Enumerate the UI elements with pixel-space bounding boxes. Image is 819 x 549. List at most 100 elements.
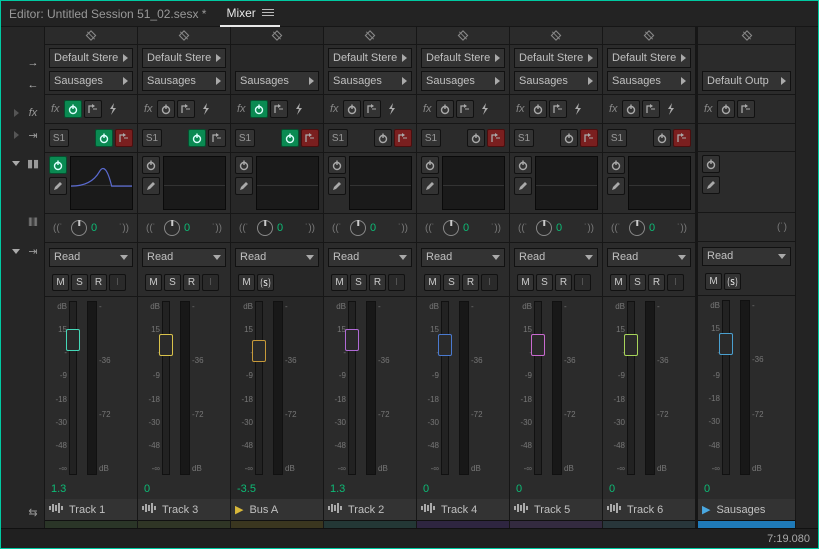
input-route[interactable]: Sausages (421, 71, 505, 91)
output-route[interactable]: Default Stere (607, 48, 691, 68)
insert-point-icon[interactable] (603, 27, 695, 45)
mute-button[interactable]: M (424, 274, 441, 291)
track-section-icon[interactable]: ⇆ (25, 502, 41, 522)
automation-mode-select[interactable]: Read (49, 248, 133, 267)
eq-edit-button[interactable] (235, 177, 253, 195)
fx-prepost-button[interactable] (177, 100, 195, 118)
pan-value[interactable]: 0 (463, 222, 469, 234)
output-route[interactable]: Default Stere (49, 48, 133, 68)
record-button[interactable]: R (555, 274, 572, 291)
send-power-button[interactable] (95, 129, 113, 147)
pan-value[interactable]: 0 (649, 222, 655, 234)
eq-graph[interactable] (70, 156, 133, 210)
send-prepost-button[interactable] (673, 129, 691, 147)
eq-power-button[interactable] (607, 156, 625, 174)
output-route[interactable]: Default Stere (421, 48, 505, 68)
track-name-bar[interactable]: Track 4 (417, 499, 509, 521)
track-name-bar[interactable]: Track 2 (324, 499, 416, 521)
auto-expand-icon[interactable] (10, 241, 22, 261)
record-button[interactable]: R (183, 274, 200, 291)
track-color-strip[interactable] (324, 521, 416, 528)
automation-mode-select[interactable]: Read (142, 248, 226, 267)
eq-graph[interactable] (442, 156, 505, 210)
insert-point-icon[interactable] (510, 27, 602, 45)
track-color-strip[interactable] (138, 521, 230, 528)
pan-knob[interactable] (629, 220, 645, 236)
fader-thumb[interactable] (159, 334, 173, 356)
insert-point-icon[interactable] (417, 27, 509, 45)
eq-graph[interactable] (628, 156, 691, 210)
volume-fader[interactable] (441, 301, 449, 475)
eq-power-button[interactable] (702, 155, 720, 173)
input-monitor-button[interactable]: I (202, 274, 219, 291)
input-route[interactable]: Sausages (607, 71, 691, 91)
send-prepost-button[interactable] (208, 129, 226, 147)
send-slot-label[interactable]: S1 (607, 129, 627, 147)
pan-knob[interactable] (164, 220, 180, 236)
eq-power-button[interactable] (328, 156, 346, 174)
solo-safe-button[interactable]: ⒮ (257, 274, 274, 291)
fx-power-button[interactable] (436, 100, 454, 118)
track-name-bar[interactable]: Track 6 (603, 499, 695, 521)
output-arrow-icon[interactable]: → (25, 53, 41, 73)
eq-edit-button[interactable] (142, 177, 160, 195)
track-name-bar[interactable]: Track 3 (138, 499, 230, 521)
send-prepost-button[interactable] (301, 129, 319, 147)
mute-button[interactable]: M (145, 274, 162, 291)
gain-value[interactable]: 1.3 (45, 479, 137, 499)
input-arrow-icon[interactable]: ← (25, 75, 41, 95)
track-color-strip[interactable] (698, 521, 795, 528)
fx-bolt-icon[interactable] (383, 100, 401, 118)
insert-point-icon[interactable] (138, 27, 230, 45)
automation-mode-select[interactable]: Read (607, 248, 691, 267)
volume-fader[interactable] (162, 301, 170, 475)
gain-value[interactable]: 0 (510, 479, 602, 499)
volume-fader[interactable] (348, 301, 356, 475)
fader-thumb[interactable] (719, 333, 733, 355)
input-route[interactable]: Sausages (142, 71, 226, 91)
automation-mode-select[interactable]: Read (235, 248, 319, 267)
sends-expand-icon[interactable] (10, 125, 22, 145)
automation-mode-select[interactable]: Read (514, 248, 598, 267)
pan-knob[interactable] (257, 220, 273, 236)
fx-power-button[interactable] (250, 100, 268, 118)
automation-mode-select[interactable]: Read (421, 248, 505, 267)
eq-graph[interactable] (535, 156, 598, 210)
send-slot-label[interactable]: S1 (421, 129, 441, 147)
eq-edit-button[interactable] (702, 176, 720, 194)
record-button[interactable]: R (648, 274, 665, 291)
fx-prepost-button[interactable] (363, 100, 381, 118)
solo-safe-button[interactable]: ⒮ (724, 273, 741, 290)
mute-button[interactable]: M (610, 274, 627, 291)
send-power-button[interactable] (467, 129, 485, 147)
eq-graph[interactable] (163, 156, 226, 210)
eq-power-button[interactable] (421, 156, 439, 174)
mute-button[interactable]: M (517, 274, 534, 291)
mute-button[interactable]: M (705, 273, 722, 290)
track-name-bar[interactable]: ▶Bus A (231, 499, 323, 521)
fx-power-button[interactable] (343, 100, 361, 118)
auto-section-icon[interactable]: ⇥ (25, 241, 41, 261)
eq-graph[interactable] (349, 156, 412, 210)
eq-edit-button[interactable] (328, 177, 346, 195)
pan-value[interactable]: 0 (91, 222, 97, 234)
fx-bolt-icon[interactable] (662, 100, 680, 118)
input-route[interactable]: Sausages (514, 71, 598, 91)
eq-section-icon[interactable]: ▮▮ (25, 153, 41, 173)
pan-knob[interactable] (350, 220, 366, 236)
fx-bolt-icon[interactable] (476, 100, 494, 118)
send-power-button[interactable] (281, 129, 299, 147)
input-monitor-button[interactable]: I (109, 274, 126, 291)
record-button[interactable]: R (90, 274, 107, 291)
record-button[interactable]: R (462, 274, 479, 291)
pan-section-icon[interactable]: ⦀⦀ (25, 213, 41, 233)
eq-power-button[interactable] (235, 156, 253, 174)
automation-mode-select[interactable]: Read (702, 247, 791, 266)
fader-thumb[interactable] (252, 340, 266, 362)
eq-power-button[interactable] (49, 156, 67, 174)
track-name-bar[interactable]: ▶Sausages (698, 499, 795, 521)
fx-expand-icon[interactable] (10, 103, 22, 123)
send-prepost-button[interactable] (394, 129, 412, 147)
gain-value[interactable]: 0 (138, 479, 230, 499)
fader-thumb[interactable] (66, 329, 80, 351)
